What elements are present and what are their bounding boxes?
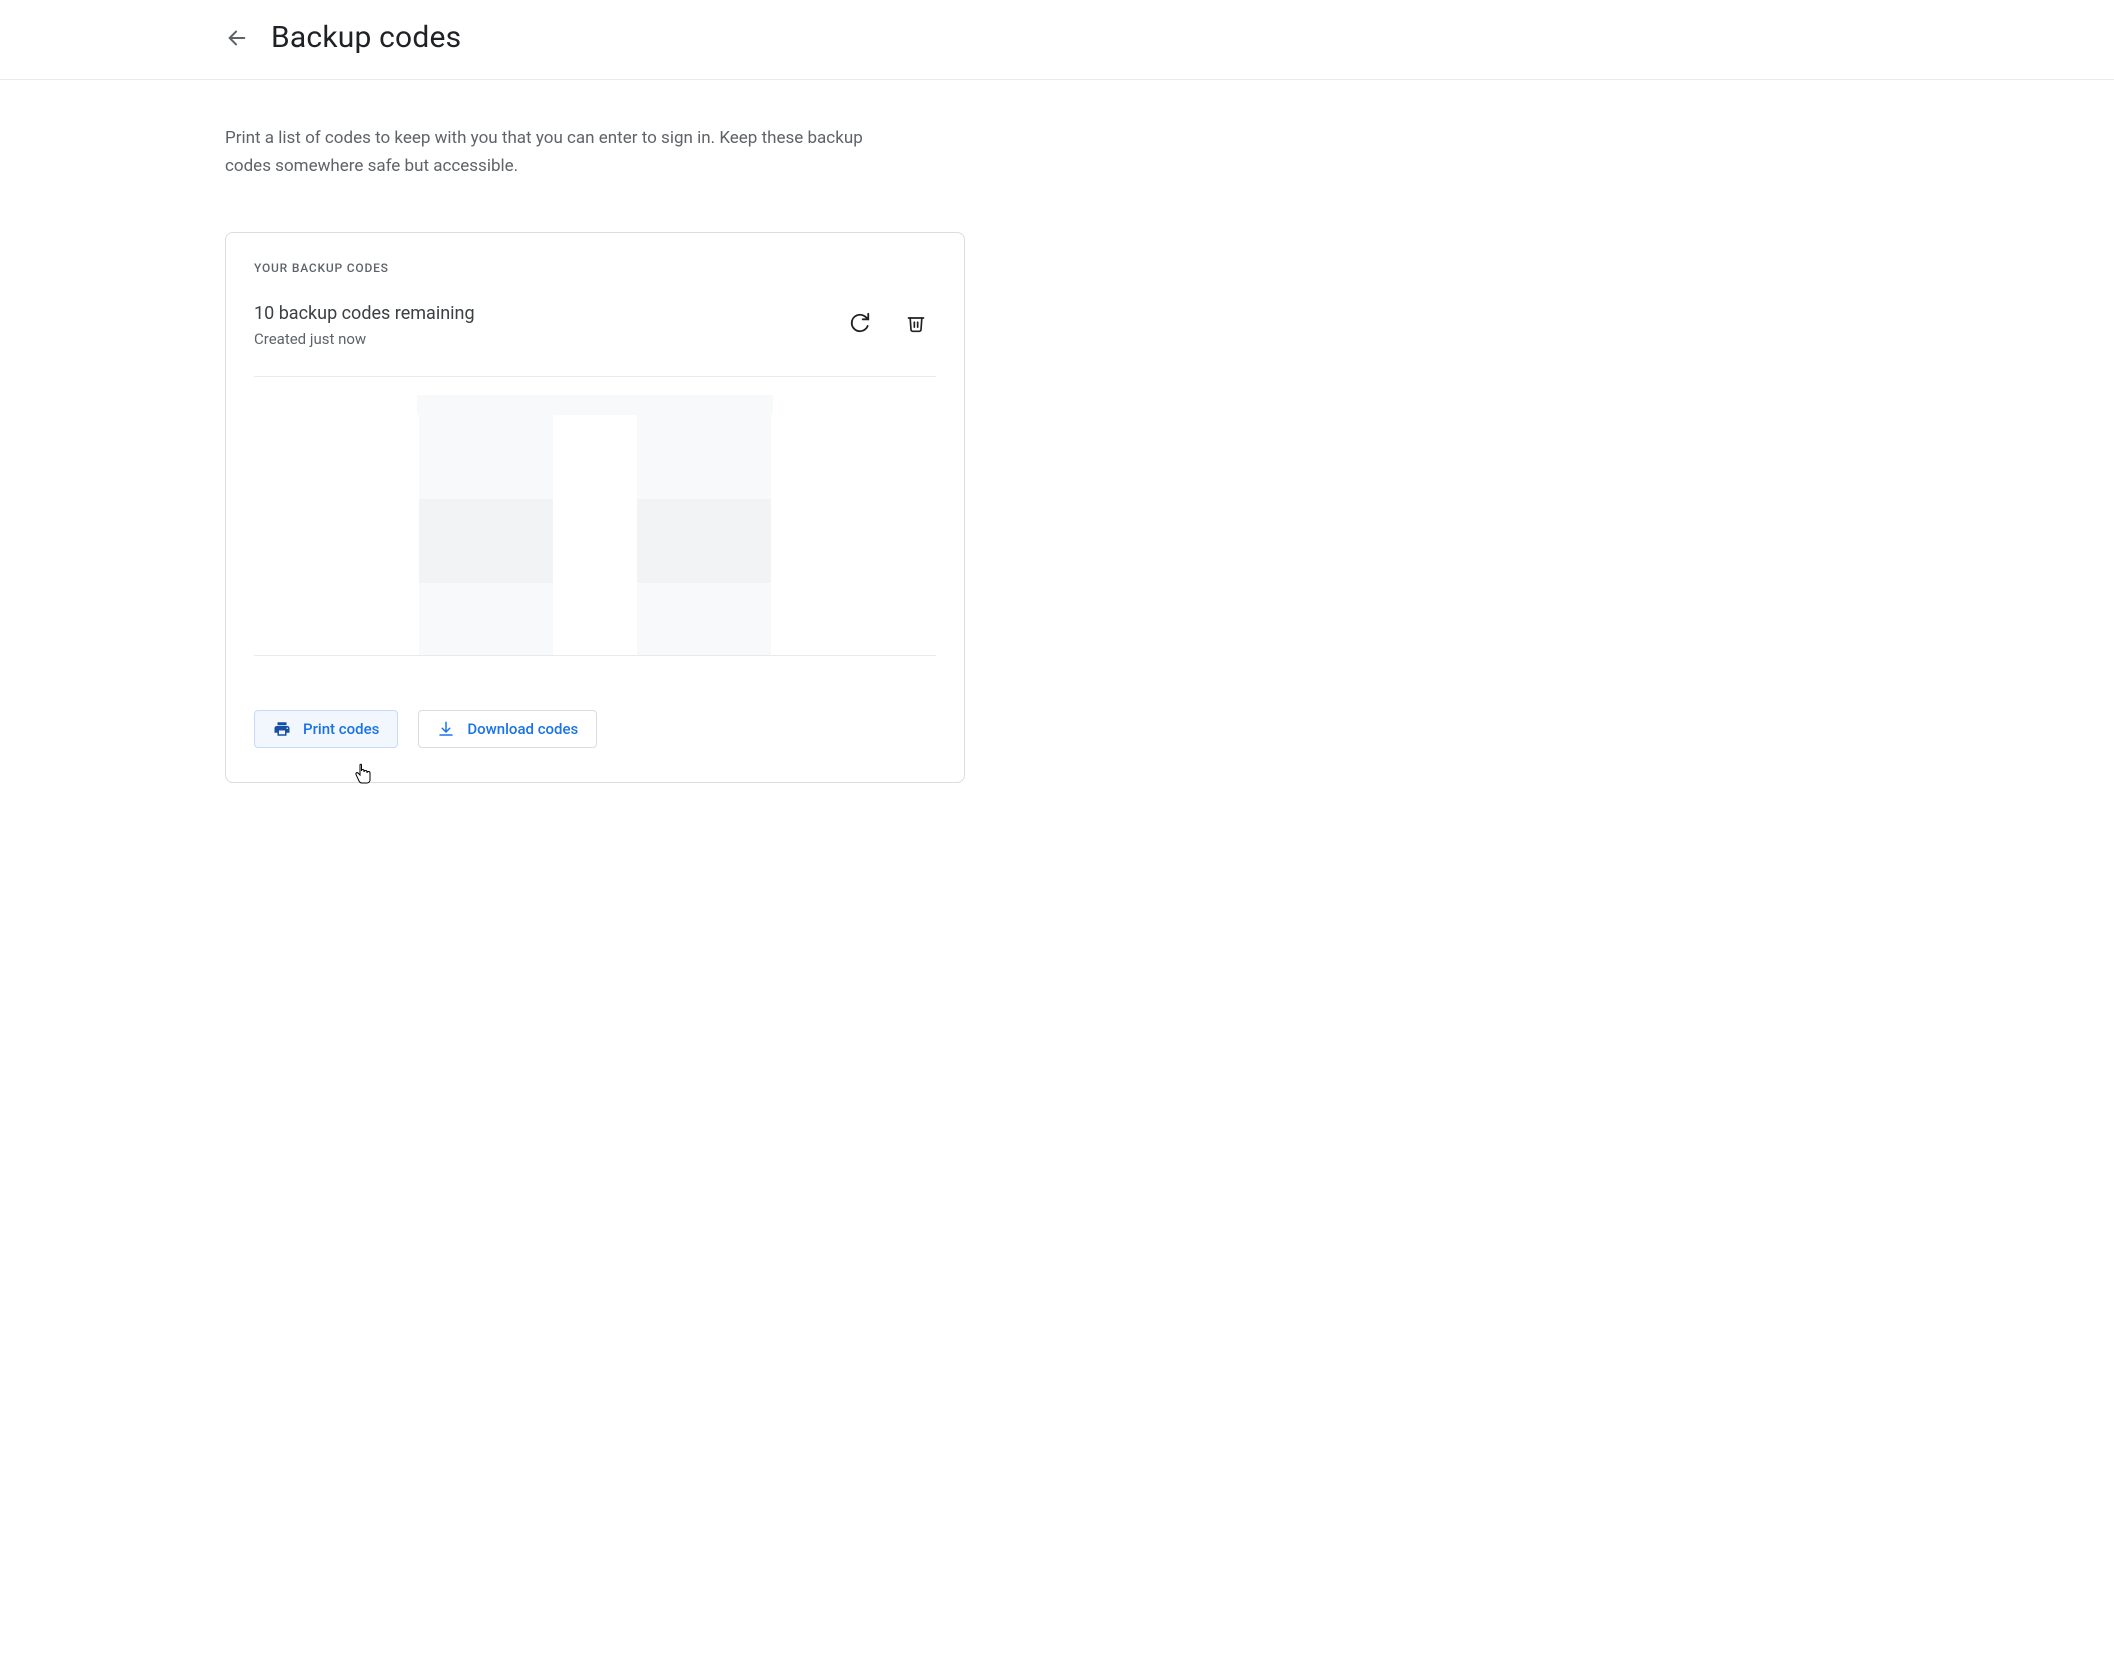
codes-columns <box>419 415 771 655</box>
print-button-label: Print codes <box>303 720 379 738</box>
page-header: Backup codes <box>0 0 2114 79</box>
page-title: Backup codes <box>271 20 461 55</box>
codes-created: Created just now <box>254 330 475 348</box>
refresh-icon[interactable] <box>848 311 872 335</box>
codes-header-placeholder <box>417 395 773 415</box>
code-column-left <box>419 415 553 655</box>
code-placeholder <box>419 499 553 583</box>
status-text: 10 backup codes remaining Created just n… <box>254 303 475 348</box>
code-placeholder <box>419 583 553 655</box>
code-placeholder <box>637 583 771 655</box>
card-divider-top <box>254 376 936 377</box>
status-actions <box>848 303 936 335</box>
button-row: Print codes Download codes <box>254 674 936 748</box>
code-placeholder <box>419 415 553 499</box>
status-row: 10 backup codes remaining Created just n… <box>254 303 936 348</box>
codes-area <box>254 395 936 655</box>
code-column-right <box>637 415 771 655</box>
card-divider-bottom <box>254 655 936 656</box>
download-button-label: Download codes <box>467 720 578 738</box>
print-icon <box>273 720 291 738</box>
print-codes-button[interactable]: Print codes <box>254 710 398 748</box>
download-codes-button[interactable]: Download codes <box>418 710 597 748</box>
code-placeholder <box>637 415 771 499</box>
back-arrow-icon[interactable] <box>225 26 249 50</box>
delete-icon[interactable] <box>904 311 928 335</box>
main-content: Print a list of codes to keep with you t… <box>0 80 965 783</box>
code-placeholder <box>637 499 771 583</box>
card-label: YOUR BACKUP CODES <box>254 261 936 275</box>
codes-remaining: 10 backup codes remaining <box>254 303 475 324</box>
backup-codes-card: YOUR BACKUP CODES 10 backup codes remain… <box>225 232 965 783</box>
page-description: Print a list of codes to keep with you t… <box>225 124 885 180</box>
download-icon <box>437 720 455 738</box>
